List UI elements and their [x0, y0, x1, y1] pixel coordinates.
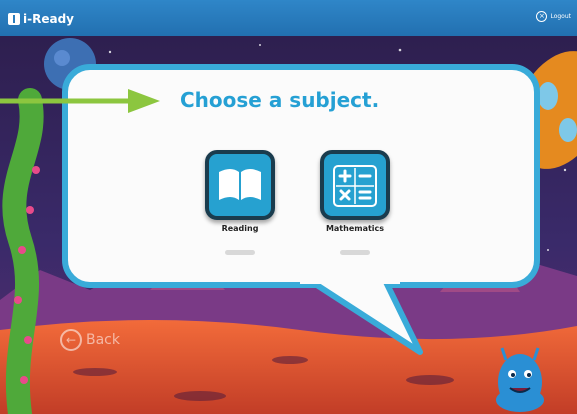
pointer-arrow-icon	[0, 89, 160, 113]
logo-mark-icon	[8, 13, 20, 25]
book-icon	[219, 169, 261, 200]
speech-bubble-tail	[300, 278, 423, 355]
back-arrow-icon: ←	[60, 329, 82, 351]
logo-text: i-Ready	[23, 12, 74, 26]
logout-button[interactable]: × Logout	[536, 11, 571, 22]
page-title: Choose a subject.	[180, 88, 380, 112]
close-icon: ×	[536, 11, 548, 22]
iready-logo: i-Ready	[8, 10, 74, 28]
mathematics-progress-placeholder	[340, 250, 370, 255]
mathematics-subject-button[interactable]	[320, 150, 390, 220]
top-bar: i-Ready × Logout	[0, 0, 577, 36]
math-operators-icon	[333, 165, 377, 207]
logout-label: Logout	[550, 13, 571, 20]
back-label: Back	[86, 332, 120, 348]
reading-label: Reading	[221, 224, 259, 233]
back-button[interactable]: ← Back	[60, 329, 120, 351]
screen: i-Ready × Logout Choose a subject. Readi…	[0, 0, 577, 414]
reading-progress-placeholder	[225, 250, 255, 255]
mathematics-label: Mathematics	[325, 224, 385, 233]
reading-subject-button[interactable]	[205, 150, 275, 220]
